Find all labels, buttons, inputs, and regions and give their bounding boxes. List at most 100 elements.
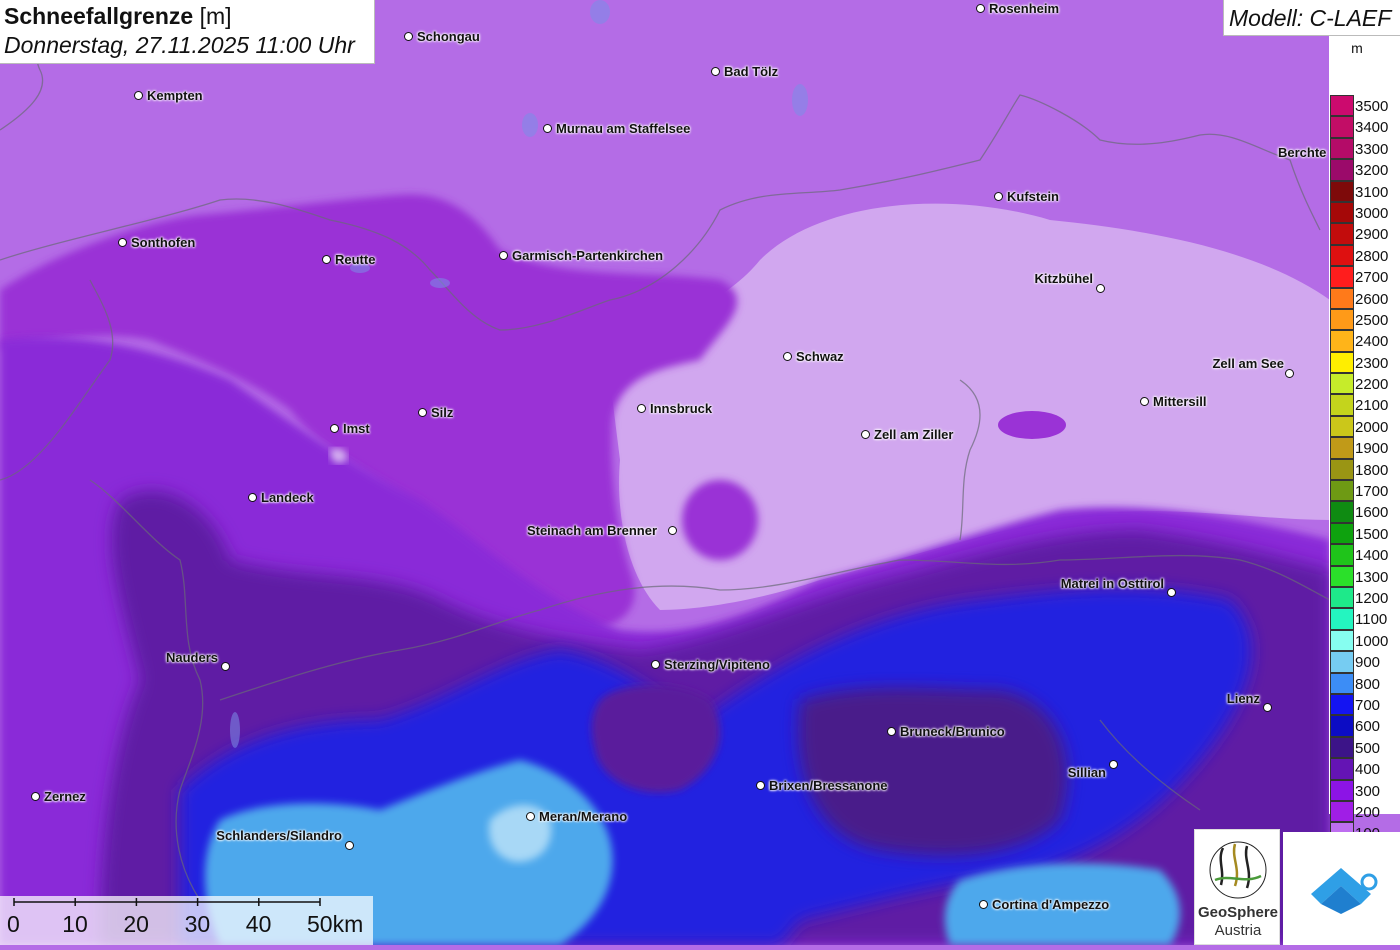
legend-item: 1100: [1329, 608, 1400, 630]
legend-label: 1500: [1355, 525, 1389, 543]
place-marker: [783, 352, 792, 361]
legend-swatch: [1330, 779, 1354, 801]
legend-swatch: [1330, 629, 1354, 652]
cloud-arrow-icon: [1311, 868, 1378, 914]
legend-label: 1400: [1355, 547, 1389, 565]
legend-item: 600: [1329, 715, 1400, 737]
legend-swatch: [1330, 586, 1354, 609]
legend-item: 2400: [1329, 330, 1400, 352]
place-marker: [887, 727, 896, 736]
place-label: Brixen/Bressanone: [769, 778, 888, 793]
place-label: Zernez: [44, 789, 86, 804]
legend-label: 200: [1355, 803, 1381, 821]
place-marker: [651, 660, 660, 669]
legend-item: 3300: [1329, 137, 1400, 160]
legend-item: 1900: [1329, 437, 1400, 459]
place-label: Garmisch-Partenkirchen: [512, 248, 664, 263]
place-marker: [526, 812, 535, 821]
legend-item: 3500: [1329, 95, 1400, 117]
legend-swatch: [1330, 330, 1354, 352]
scale-label: 30: [184, 911, 211, 937]
legend-label: 400: [1355, 761, 1381, 779]
place-marker: [118, 238, 127, 247]
place-label: Imst: [343, 421, 370, 436]
legend-label: 2700: [1355, 269, 1389, 287]
place-label: Bruneck/Brunico: [900, 724, 1005, 739]
legend-label: 2900: [1355, 226, 1389, 244]
purple-patch-mittersill: [998, 411, 1066, 439]
legend-item: 2700: [1329, 266, 1400, 288]
legend-item: 3100: [1329, 180, 1400, 202]
legend-label: 2100: [1355, 397, 1389, 415]
legend-swatch: [1330, 736, 1354, 759]
legend-label: 3100: [1355, 183, 1389, 201]
place-label: Zell am Ziller: [874, 427, 954, 442]
legend-item: 1200: [1329, 586, 1400, 609]
parameter-unit: [m]: [199, 3, 232, 29]
legend-item: 2100: [1329, 394, 1400, 416]
scale-label: 40: [245, 911, 272, 937]
place-label: Cortina d'Ampezzo: [992, 897, 1110, 912]
legend-item: 1800: [1329, 458, 1400, 481]
legend-label: 300: [1355, 782, 1381, 800]
place-marker: [345, 841, 354, 850]
legend-swatch: [1330, 116, 1354, 138]
legend-label: 1900: [1355, 440, 1389, 458]
place-marker: [1263, 703, 1272, 712]
place-label: Schlanders/Silandro: [216, 828, 342, 843]
legend-label: 1600: [1355, 504, 1389, 522]
legend-swatch: [1330, 715, 1354, 737]
legend-swatch: [1330, 201, 1354, 224]
legend-label: 1000: [1355, 632, 1389, 650]
legend-swatch: [1330, 394, 1354, 416]
legend-swatch: [1330, 651, 1354, 673]
legend-item: 3200: [1329, 159, 1400, 181]
place-marker: [322, 255, 331, 264]
legend-swatch: [1330, 458, 1354, 481]
legend-swatch: [1330, 223, 1354, 245]
place-marker: [499, 251, 508, 260]
legend-label: 2400: [1355, 333, 1389, 351]
legend-label: 1300: [1355, 568, 1389, 586]
legend-swatch: [1330, 672, 1354, 694]
legend-swatch: [1330, 287, 1354, 309]
legend-swatch: [1330, 758, 1354, 780]
legend-label: 2200: [1355, 376, 1389, 394]
legend-item: 1300: [1329, 565, 1400, 587]
scale-label: 50km: [307, 911, 364, 937]
place-label: Meran/Merano: [539, 809, 628, 824]
legend-label: 500: [1355, 739, 1381, 757]
legend-item: 2200: [1329, 373, 1400, 395]
legend-label: 3400: [1355, 119, 1389, 137]
legend-swatch: [1330, 522, 1354, 545]
place-marker: [756, 781, 765, 790]
legend-items: 3500 3400 3300 3200 3100 3000 2900 2800 2700 2600…: [1329, 95, 1400, 844]
place-marker: [861, 430, 870, 439]
model-box: Modell: C-LAEF: [1223, 0, 1400, 36]
partner-logo[interactable]: [1283, 832, 1400, 945]
place-marker: [1140, 397, 1149, 406]
legend-item: 1700: [1329, 480, 1400, 502]
legend-swatch: [1330, 266, 1354, 288]
geosphere-logo[interactable]: GeoSphere Austria: [1194, 829, 1280, 945]
place-label: Sonthofen: [131, 235, 196, 250]
legend-item: 1400: [1329, 544, 1400, 566]
legend-item: 2900: [1329, 223, 1400, 245]
legend-swatch: [1330, 544, 1354, 566]
place-label: Kufstein: [1007, 189, 1059, 204]
place-marker: [330, 424, 339, 433]
legend-label: 1200: [1355, 589, 1389, 607]
scale-bar: 0 10 20 30 40 50km: [0, 896, 373, 945]
place-marker: [668, 526, 677, 535]
scale-bar-labels: 0 10 20 30 40 50km: [0, 911, 373, 941]
legend-swatch: [1330, 95, 1354, 117]
legend-swatch: [1330, 244, 1354, 267]
legend-label: 3300: [1355, 140, 1389, 158]
legend-swatch: [1330, 180, 1354, 202]
model-label: Modell: C-LAEF: [1229, 5, 1392, 31]
snowfall-line-map[interactable]: [0, 0, 1400, 945]
legend-unit: m: [1351, 40, 1363, 56]
legend-item: 500: [1329, 736, 1400, 759]
legend-label: 3500: [1355, 98, 1389, 115]
place-label: Reutte: [335, 252, 376, 267]
